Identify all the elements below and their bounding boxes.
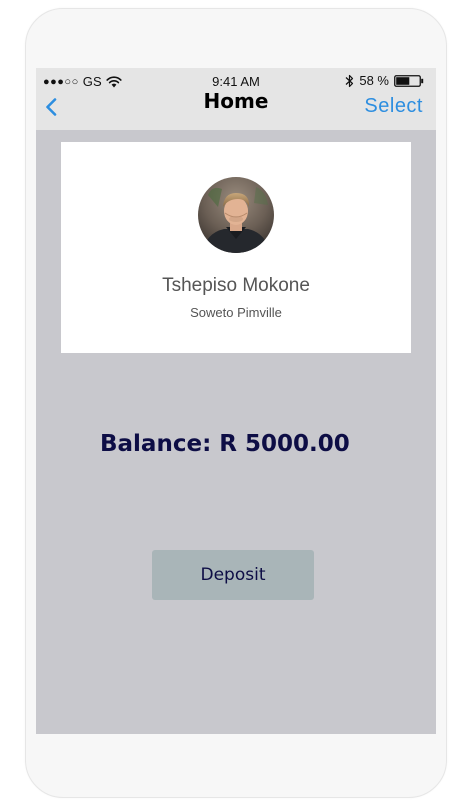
avatar-photo <box>198 177 274 253</box>
balance-label: Balance: R 5000.00 <box>100 431 350 457</box>
avatar[interactable] <box>198 177 274 253</box>
profile-name: Tshepiso Mokone <box>162 275 310 296</box>
deposit-button[interactable]: Deposit <box>152 550 314 600</box>
bluetooth-icon <box>345 74 354 87</box>
battery-percent: 58 % <box>359 73 389 88</box>
app-screen: ●●●○○ GS 9:41 AM 58 % Home Select Tshepi… <box>36 68 436 734</box>
navigation-bar: ●●●○○ GS 9:41 AM 58 % Home Select <box>36 68 436 130</box>
battery-level-fill <box>396 76 410 85</box>
status-bar-right: 58 % <box>345 73 424 88</box>
profile-card: Tshepiso Mokone Soweto Pimville <box>61 142 411 353</box>
select-button[interactable]: Select <box>364 95 423 118</box>
profile-location: Soweto Pimville <box>190 305 282 320</box>
battery-icon <box>394 74 424 87</box>
